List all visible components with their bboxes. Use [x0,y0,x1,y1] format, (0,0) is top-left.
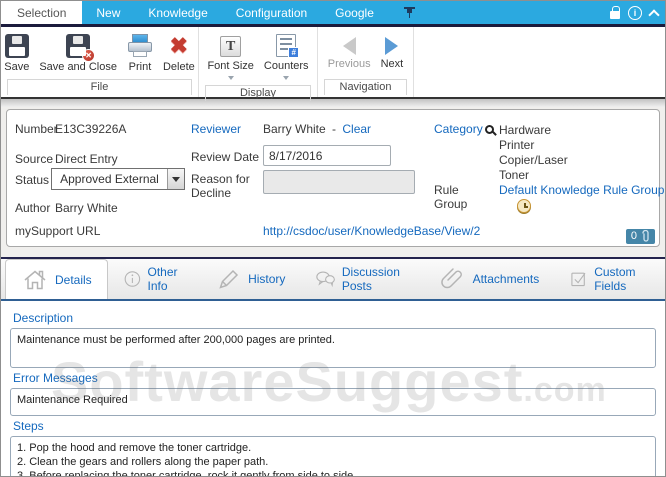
top-tab-configuration[interactable]: Configuration [222,1,321,24]
info-circle-icon[interactable]: i [628,5,642,20]
description-textarea[interactable]: Maintenance must be performed after 200,… [10,328,656,368]
chevron-up-icon[interactable] [648,8,660,21]
reason-for-decline-input[interactable] [263,170,415,194]
category-row: Category [434,122,496,136]
top-tab-google[interactable]: Google [321,1,388,24]
previous-button[interactable]: Previous [324,32,375,72]
rule-group-link[interactable]: Default Knowledge Rule Group [499,183,664,197]
detail-tab-strip: Details Other Info History Discussion Po… [1,257,665,299]
reviewer-clear-link[interactable]: Clear [342,122,371,136]
padlock-icon[interactable] [610,5,620,19]
arrow-right-icon [385,37,399,55]
toolbar-group-navigation: Previous Next Navigation [318,27,414,97]
save-button[interactable]: Save [1,32,33,75]
pushpin-icon[interactable] [403,7,415,19]
next-button[interactable]: Next [377,32,408,72]
dropdown-caret-icon [227,76,234,83]
steps-label: Steps [13,419,44,433]
letter-t-box-icon: T [220,36,242,57]
printer-icon [127,34,153,58]
reviewer-value: Barry White [263,122,326,136]
reviewer-separator: - [332,122,337,136]
author-value: Barry White [55,201,118,215]
tab-discussion-posts[interactable]: Discussion Posts [300,259,423,299]
category-item: Toner [499,168,530,182]
top-tab-selection[interactable]: Selection [1,1,83,24]
paperclip-icon [440,268,462,289]
ribbon-toolbar: Save ✕ Save and Close Print ✖ Delete Fil… [1,27,665,101]
floppy-disk-icon [4,34,29,58]
top-tab-bar: Selection New Knowledge Configuration Go… [1,1,665,24]
attachment-count-chip[interactable]: 0 [625,229,655,244]
source-value: Direct Entry [55,152,118,166]
top-tab-new[interactable]: New [82,1,134,24]
toolbar-group-display: T Font Size # Counters Display [199,27,318,101]
category-item: Printer [499,138,535,152]
error-messages-label: Error Messages [13,371,98,385]
status-dropdown-value: Approved External [60,172,159,186]
reviewer-value-row: Barry White - Clear [263,122,371,136]
knowledge-entry-form: Number E13C39226A Source Direct Entry St… [6,109,664,247]
print-button[interactable]: Print [123,32,157,75]
tab-attachments[interactable]: Attachments [424,259,555,299]
topbar-right-icons: i [610,1,660,24]
delete-button[interactable]: ✖ Delete [159,32,199,75]
toolbar-group-label-file: File [7,79,192,95]
status-dropdown[interactable]: Approved External [51,168,185,190]
toolbar-group-file: Save ✕ Save and Close Print ✖ Delete Fil… [1,27,199,97]
tab-history[interactable]: History [201,259,300,299]
tab-custom-fields[interactable]: Custom Fields [554,259,665,299]
dropdown-caret-icon [283,76,290,83]
category-link[interactable]: Category [434,122,483,136]
error-messages-textarea[interactable]: Maintenance Required [10,388,656,416]
number-value: E13C39226A [55,122,127,136]
attachment-count: 0 [630,230,637,242]
tab-other-info[interactable]: Other Info [108,259,201,299]
knowledge-entry-window: Selection New Knowledge Configuration Go… [0,0,666,477]
author-label: Author [15,201,51,215]
toolbar-divider-band [1,97,665,107]
status-label: Status [15,173,50,187]
rule-group-label: Rule Group [434,183,468,211]
info-circle-icon [124,271,140,287]
paperclip-icon [642,230,649,242]
category-item: Copier/Laser [499,153,568,167]
panel-gap [1,247,665,257]
number-label: Number [15,122,58,136]
timer-clock-icon[interactable] [517,199,531,213]
mysupport-url-link[interactable]: http://csdoc/user/KnowledgeBase/View/2 [263,224,480,238]
source-label: Source [15,152,54,166]
top-tab-knowledge[interactable]: Knowledge [134,1,221,24]
details-tab-content: Description Maintenance must be performe… [1,299,665,476]
description-label: Description [13,311,74,325]
toolbar-group-label-navigation: Navigation [324,79,407,95]
magnifier-icon[interactable] [484,125,494,134]
home-icon [24,270,46,289]
arrow-left-icon [342,37,356,55]
chat-bubbles-icon [316,271,336,288]
reason-for-decline-label: Reason for Decline [191,172,250,200]
tab-details[interactable]: Details [5,259,108,299]
category-list: Hardware Printer Copier/Laser Toner [499,123,568,183]
floppy-disk-delete-icon: ✕ [66,34,96,62]
red-x-icon: ✖ [169,33,189,58]
toolbar-group-label-display: Display [205,85,311,101]
review-date-label: Review Date [191,150,260,164]
pencil-icon [219,269,239,289]
mysupport-url-label: mySupport URL [15,224,101,238]
font-size-button[interactable]: T Font Size [203,32,257,85]
numbered-list-icon: # [276,34,300,58]
category-item: Hardware [499,123,552,137]
save-and-close-button[interactable]: ✕ Save and Close [35,32,121,75]
review-date-input[interactable] [263,145,391,166]
steps-textarea[interactable]: 1. Pop the hood and remove the toner car… [10,436,656,476]
dropdown-arrow-icon[interactable] [167,169,184,189]
counters-button[interactable]: # Counters [260,32,313,85]
checkbox-check-icon [571,272,586,287]
reviewer-link[interactable]: Reviewer [191,122,241,136]
